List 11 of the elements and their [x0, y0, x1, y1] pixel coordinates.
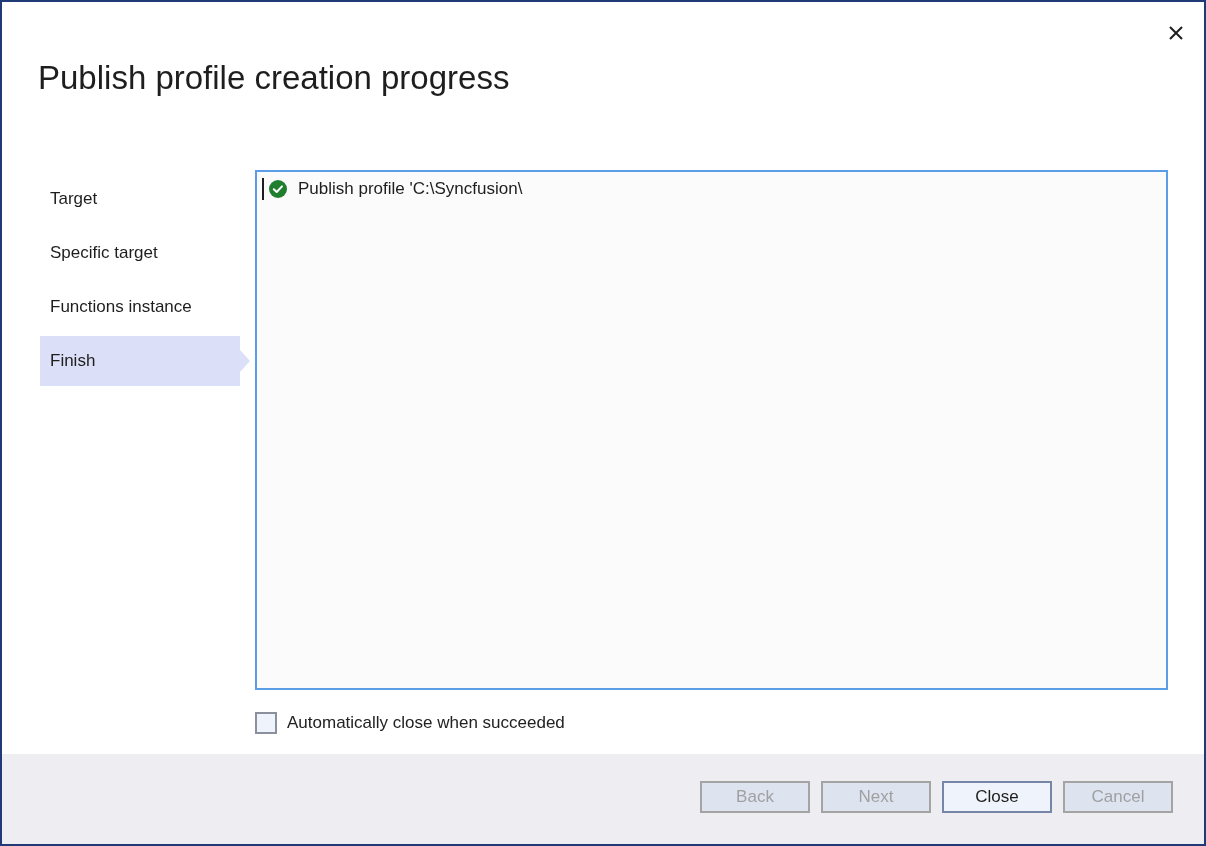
step-item[interactable]: Specific target — [40, 228, 240, 278]
checkbox-label[interactable]: Automatically close when succeeded — [287, 713, 565, 733]
step-item[interactable]: Functions instance — [40, 282, 240, 332]
check-circle-icon — [269, 180, 287, 198]
step-item[interactable]: Finish — [40, 336, 250, 386]
step-item[interactable]: Target — [40, 174, 240, 224]
checkbox[interactable] — [255, 712, 277, 734]
log-message: Publish profile 'C:\Syncfusion\ — [298, 179, 523, 199]
close-icon — [1169, 26, 1183, 40]
dialog-button[interactable]: Close — [942, 781, 1052, 813]
dialog-title: Publish profile creation progress — [38, 58, 510, 98]
